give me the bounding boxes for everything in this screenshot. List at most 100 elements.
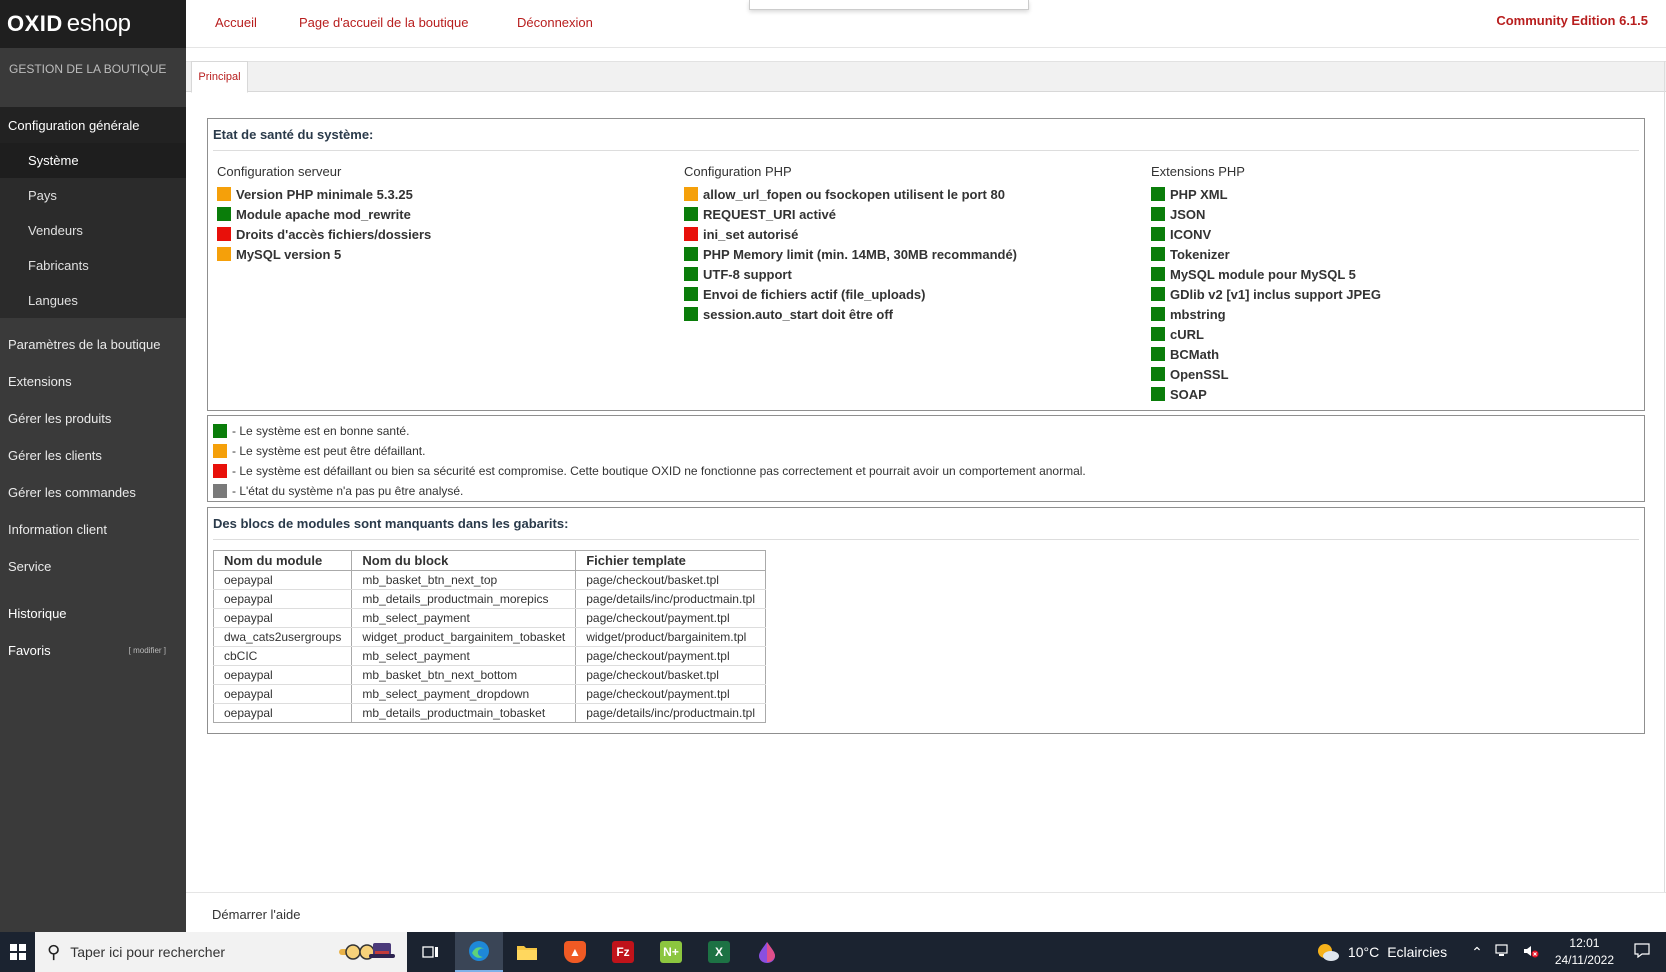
health-item-curl: cURL [1151,324,1381,344]
sidebar-item-commandes[interactable]: Gérer les commandes [0,474,186,511]
windows-logo-icon [9,944,26,960]
legend-text: - Le système est en bonne santé. [232,424,410,438]
taskbar-search-box[interactable]: ⚲ Taper ici pour rechercher [35,932,407,972]
table-row: oepaypal mb_select_payment_dropdown page/c… [212,684,766,704]
server-config-heading: Configuration serveur [217,164,342,179]
health-item-label: MySQL version 5 [236,246,342,262]
start-button[interactable] [0,932,35,972]
weather-text: Eclaircies [1387,944,1448,960]
health-item-version-php-minimale-5-3-25: Version PHP minimale 5.3.25 [217,184,431,204]
sidebar-item-produits[interactable]: Gérer les produits [0,400,186,437]
sidebar-item-historique[interactable]: Historique [0,595,186,632]
chevron-up-icon[interactable]: ⌃ [1471,944,1483,961]
legend-row-red: - Le système est défaillant ou bien sa s… [208,461,1644,481]
taskbar-clock[interactable]: 12:01 24/11/2022 [1555,935,1614,969]
php-config-column: Configuration PHP allow_url_fopen ou fso… [684,164,1017,324]
brave-icon[interactable]: ▲ [551,932,599,972]
sidebar-item-extensions[interactable]: Extensions [0,363,186,400]
sidebar-item-information-client[interactable]: Information client [0,511,186,548]
status-green-square-icon [217,207,231,221]
favoris-edit-link[interactable]: [ modifier ] [129,646,166,655]
status-legend: - Le système est en bonne santé. - Le sys… [207,415,1645,502]
notifications-icon[interactable] [1634,943,1650,961]
module-name-cell: oepaypal [212,684,353,704]
sidebar-subitem-vendeurs[interactable]: Vendeurs [0,213,186,248]
clock-date: 24/11/2022 [1554,953,1614,967]
php-config-list: allow_url_fopen ou fsockopen utilisent l… [684,184,1017,324]
status-green-square-icon [1151,367,1165,381]
task-view-icon[interactable] [407,932,455,972]
filezilla-icon[interactable]: Fz [599,932,647,972]
sidebar-subitem-pays[interactable]: Pays [0,178,186,213]
edge-icon[interactable] [455,932,503,972]
health-item-php-xml: PHP XML [1151,184,1381,204]
module-name-cell: cbCIC [212,646,353,666]
sidebar-subitem-langues[interactable]: Langues [0,283,186,318]
nav-link-shop-home[interactable]: Page d'accueil de la boutique [299,15,468,30]
status-green-square-icon [213,424,227,438]
nav-link-accueil[interactable]: Accueil [215,15,257,30]
template-file-cell: page/checkout/payment.tpl [575,608,766,628]
status-green-square-icon [1151,387,1165,401]
php-extensions-column: Extensions PHP PHP XML JSON ICONV Tokenizer… [1151,164,1381,404]
start-help-link[interactable]: Démarrer l'aide [212,907,300,922]
sidebar-item-clients[interactable]: Gérer les clients [0,437,186,474]
legend-row-gray: - L'état du système n'a pas pu être anal… [208,481,1644,501]
status-gray-square-icon [213,484,227,498]
tab-principal[interactable]: Principal [191,61,248,93]
sidebar-item-configuration-generale[interactable]: Configuration générale [0,107,186,143]
sidebar-subitem-systeme[interactable]: Système [0,143,186,178]
status-green-square-icon [1151,187,1165,201]
template-file-cell: page/checkout/basket.tpl [575,570,766,590]
windows-taskbar: ⚲ Taper ici pour rechercher ▲ Fz N+ X 10… [0,932,1666,972]
sidebar-item-favoris[interactable]: Favoris [ modifier ] [0,632,186,669]
health-item-module-apache-mod-rewrite: Module apache mod_rewrite [217,204,431,224]
network-icon[interactable] [1495,943,1511,961]
file-explorer-icon[interactable] [503,932,551,972]
block-name-cell: mb_select_payment [351,646,577,666]
missing-module-blocks-panel: Des blocs de modules sont manquants dans… [207,507,1645,734]
status-green-square-icon [1151,307,1165,321]
table-row: oepaypal mb_details_productmain_tobasket p… [212,703,766,723]
module-name-cell: oepaypal [212,608,353,628]
nav-link-deconnexion[interactable]: Déconnexion [517,15,593,30]
health-item-label: SOAP [1170,386,1207,402]
column-header-module: Nom du module [212,550,353,571]
health-item-label: allow_url_fopen ou fsockopen utilisent l… [703,186,1005,202]
module-name-cell: oepaypal [212,665,353,685]
template-file-cell: page/details/inc/productmain.tpl [575,703,766,723]
system-tray: 10°C Eclaircies ⌃ 12:01 24/11/2022 [1316,932,1666,972]
excel-icon[interactable]: X [695,932,743,972]
status-green-square-icon [684,207,698,221]
health-item-label: BCMath [1170,346,1220,362]
weather-widget[interactable]: 10°C Eclaircies [1316,942,1447,962]
health-item-label: OpenSSL [1170,366,1229,382]
template-file-cell: widget/product/bargainitem.tpl [575,627,766,647]
status-red-square-icon [684,227,698,241]
health-item-droits-d-acc-s-fichiers-dossiers: Droits d'accès fichiers/dossiers [217,224,431,244]
health-item-bcmath: BCMath [1151,344,1381,364]
sidebar-item-parametres[interactable]: Paramètres de la boutique [0,326,186,363]
php-config-heading: Configuration PHP [684,164,792,179]
oxid-logo[interactable]: OXID eshop [0,0,186,48]
sidebar-item-service[interactable]: Service [0,548,186,585]
health-item-label: ICONV [1170,226,1212,242]
table-header-row: Nom du module Nom du block Fichier templ… [212,550,766,571]
health-item-tokenizer: Tokenizer [1151,244,1381,264]
health-item-label: GDlib v2 [v1] inclus support JPEG [1170,286,1381,302]
notepad-plus-icon[interactable]: N+ [647,932,695,972]
template-file-cell: page/checkout/payment.tpl [575,646,766,666]
sidebar-subitem-fabricants[interactable]: Fabricants [0,248,186,283]
title-divider [213,539,1639,540]
block-name-cell: mb_select_payment_dropdown [351,684,577,704]
table-row: oepaypal mb_select_payment page/checkout/p… [212,608,766,628]
clock-time: 12:01 [1569,936,1600,950]
legend-text: - L'état du système n'a pas pu être anal… [232,484,464,498]
status-green-square-icon [684,307,698,321]
column-header-block: Nom du block [351,550,577,571]
content-right-border [1664,61,1665,892]
health-item-mysql-version-5: MySQL version 5 [217,244,431,264]
search-icon: ⚲ [47,941,61,962]
volume-muted-icon[interactable] [1523,944,1539,961]
paint-icon[interactable] [743,932,791,972]
